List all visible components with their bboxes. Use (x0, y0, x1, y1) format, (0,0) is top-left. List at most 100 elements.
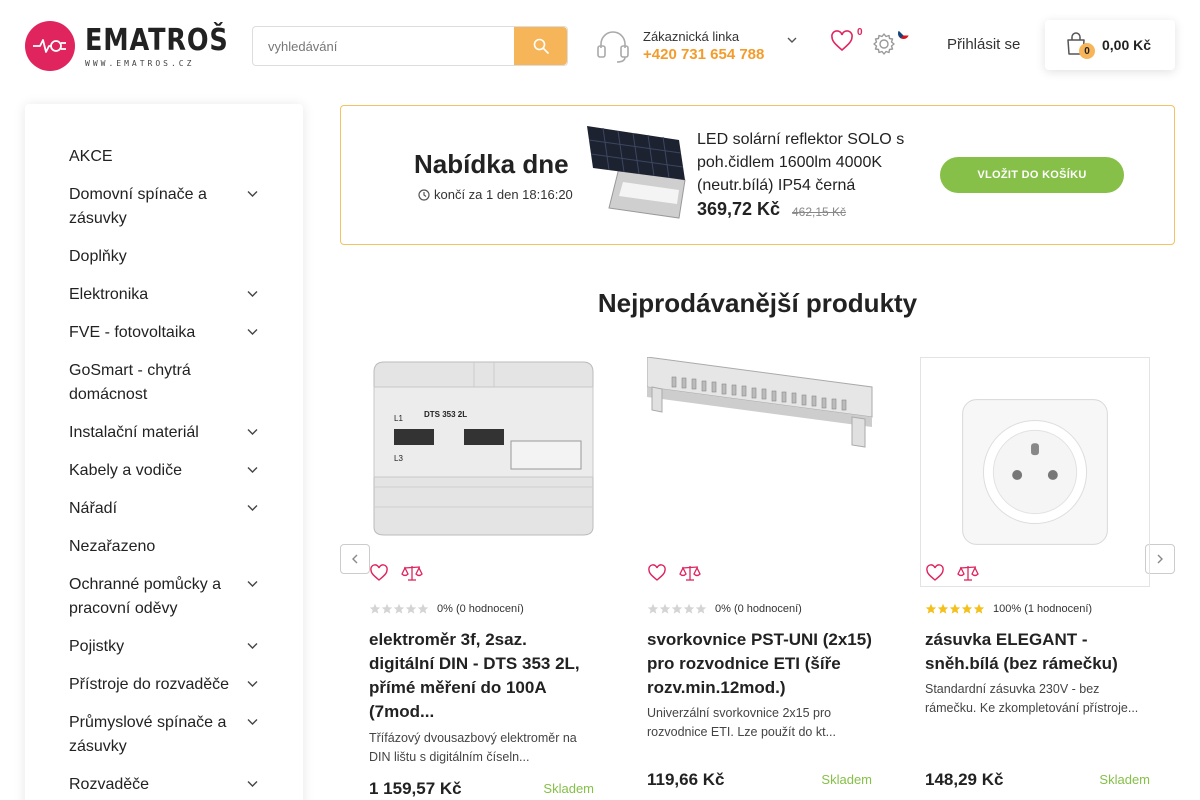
product-price: 119,66 Kč (647, 770, 725, 789)
cart-count-badge: 0 (1079, 43, 1095, 59)
star-icon (381, 603, 393, 614)
star-icon (949, 603, 961, 614)
star-icon (695, 603, 707, 614)
chevron-down-icon[interactable] (247, 580, 258, 588)
add-to-wishlist-heart-icon[interactable] (925, 564, 945, 582)
deal-product-name[interactable]: LED solární reflektor SOLO s poh.čidlem … (697, 128, 917, 197)
sidebar-item[interactable]: FVE - fotovoltaika (25, 321, 303, 345)
header: EMATROŠ WWW.EMATROS.CZ Zákaznická linka … (0, 0, 1200, 92)
chevron-down-icon[interactable] (247, 504, 258, 512)
rating-text: 0% (0 hodnocení) (715, 603, 802, 615)
product-name[interactable]: elektroměr 3f, 2saz. digitální DIN - DTS… (369, 628, 594, 724)
compare-scale-icon[interactable] (401, 564, 423, 582)
sidebar-item-label: Průmyslové spínače a zásuvky (69, 714, 227, 755)
sidebar-item-label: Doplňky (69, 248, 127, 265)
support-phone[interactable]: +420 731 654 788 (643, 46, 764, 63)
czech-flag-icon[interactable] (898, 28, 909, 39)
sidebar-item-label: Kabely a vodiče (69, 462, 182, 479)
sidebar-item-label: Nezařazeno (69, 538, 156, 555)
rating: 0% (0 hodnocení) (369, 603, 524, 615)
sidebar-item[interactable]: Domovní spínače a zásuvky (25, 183, 303, 231)
product-price: 148,29 Kč (925, 770, 1004, 789)
sidebar-item-label: Elektronika (69, 286, 149, 303)
add-to-wishlist-heart-icon[interactable] (369, 564, 389, 582)
product-name[interactable]: zásuvka ELEGANT - sněh.bílá (bez rámečku… (925, 628, 1150, 676)
sidebar-item[interactable]: Nářadí (25, 497, 303, 521)
sidebar-item[interactable]: Pojistky (25, 635, 303, 659)
sidebar-item-label: AKCE (69, 148, 113, 165)
chevron-down-icon[interactable] (787, 36, 797, 44)
rating-stars (647, 603, 707, 615)
chevron-down-icon[interactable] (247, 428, 258, 436)
sidebar-item[interactable]: Přístroje do rozvaděče (25, 673, 303, 697)
logo-text: EMATROŠ (85, 22, 229, 58)
headset-icon (597, 31, 629, 63)
sidebar-item[interactable]: Instalační materiál (25, 421, 303, 445)
cart-button[interactable]: 0 0,00 Kč (1045, 20, 1175, 70)
compare-scale-icon[interactable] (679, 564, 701, 582)
product-name[interactable]: svorkovnice PST-UNI (2x15) pro rozvodnic… (647, 628, 872, 700)
star-icon (393, 603, 405, 614)
search-bar (252, 26, 568, 66)
star-icon (925, 603, 937, 614)
deal-old-price: 462,15 Kč (792, 205, 847, 219)
sidebar-item[interactable]: Doplňky (25, 245, 303, 269)
chevron-down-icon[interactable] (247, 328, 258, 336)
wishlist-heart-icon[interactable] (830, 30, 854, 52)
deal-title: Nabídka dne (414, 149, 569, 179)
sidebar-item[interactable]: Kabely a vodiče (25, 459, 303, 483)
product-description: Standardní zásuvka 230V - bez rámečku. K… (925, 682, 1139, 715)
customer-support[interactable]: Zákaznická linka +420 731 654 788 (595, 26, 797, 66)
category-sidebar: AKCE Domovní spínače a zásuvky Doplňky Elek… (25, 104, 303, 800)
star-icon (647, 603, 659, 614)
stock-status: Skladem (821, 772, 872, 787)
compare-scale-icon[interactable] (957, 564, 979, 582)
terminal-block-image[interactable] (647, 357, 877, 587)
deal-timer: končí za 1 den 18:16:20 (418, 187, 573, 202)
logo-subtitle: WWW.EMATROS.CZ (85, 58, 195, 68)
sidebar-item-label: Domovní spínače a zásuvky (69, 186, 207, 227)
sidebar-item-label: Pojistky (69, 638, 125, 655)
gear-icon[interactable] (872, 32, 896, 56)
search-button[interactable] (514, 27, 567, 65)
sidebar-item-label: Rozvaděče (69, 776, 150, 793)
rating-text: 100% (1 hodnocení) (993, 603, 1093, 615)
carousel-prev-button[interactable] (340, 544, 370, 574)
solar-reflector-image[interactable] (579, 118, 695, 230)
deal-timer-text: končí za 1 den 18:16:20 (434, 187, 573, 202)
electricity-meter-image[interactable]: L1 L2 L3 DTS 353 2L (369, 357, 599, 587)
chevron-down-icon[interactable] (247, 780, 258, 788)
stock-status: Skladem (1099, 772, 1150, 787)
chevron-left-icon (352, 554, 358, 564)
socket-image[interactable] (920, 357, 1150, 587)
chevron-down-icon[interactable] (247, 466, 258, 474)
logo-plug-icon (25, 21, 75, 71)
wishlist-count: 0 (857, 27, 863, 38)
chevron-down-icon[interactable] (247, 718, 258, 726)
chevron-down-icon[interactable] (247, 680, 258, 688)
sidebar-item[interactable]: AKCE (25, 145, 303, 169)
add-to-cart-button[interactable]: VLOŽIT DO KOŠÍKU (940, 157, 1124, 193)
sidebar-item-label: Instalační materiál (69, 424, 199, 441)
stock-status: Skladem (543, 781, 594, 796)
search-input[interactable] (253, 27, 514, 65)
chevron-down-icon[interactable] (247, 642, 258, 650)
sidebar-item[interactable]: Ochranné pomůcky a pracovní oděvy (25, 573, 303, 621)
star-icon (937, 603, 949, 614)
sidebar-item[interactable]: GoSmart - chytrá domácnost (25, 359, 303, 407)
sidebar-item-label: Nářadí (69, 500, 118, 517)
star-icon (417, 603, 429, 614)
chevron-down-icon[interactable] (247, 290, 258, 298)
svg-text:L3: L3 (394, 454, 403, 463)
sidebar-item[interactable]: Průmyslové spínače a zásuvky (25, 711, 303, 759)
sidebar-item[interactable]: Nezařazeno (25, 535, 303, 559)
star-icon (973, 603, 985, 614)
product-description: Třífázový dvousazbový elektroměr na DIN … (369, 731, 577, 764)
add-to-wishlist-heart-icon[interactable] (647, 564, 667, 582)
login-link[interactable]: Přihlásit se (947, 36, 1020, 53)
chevron-down-icon[interactable] (247, 190, 258, 198)
sidebar-item[interactable]: Elektronika (25, 283, 303, 307)
cart-total: 0,00 Kč (1102, 37, 1152, 53)
logo[interactable]: EMATROŠ WWW.EMATROS.CZ (25, 17, 228, 75)
sidebar-item[interactable]: Rozvaděče (25, 773, 303, 797)
